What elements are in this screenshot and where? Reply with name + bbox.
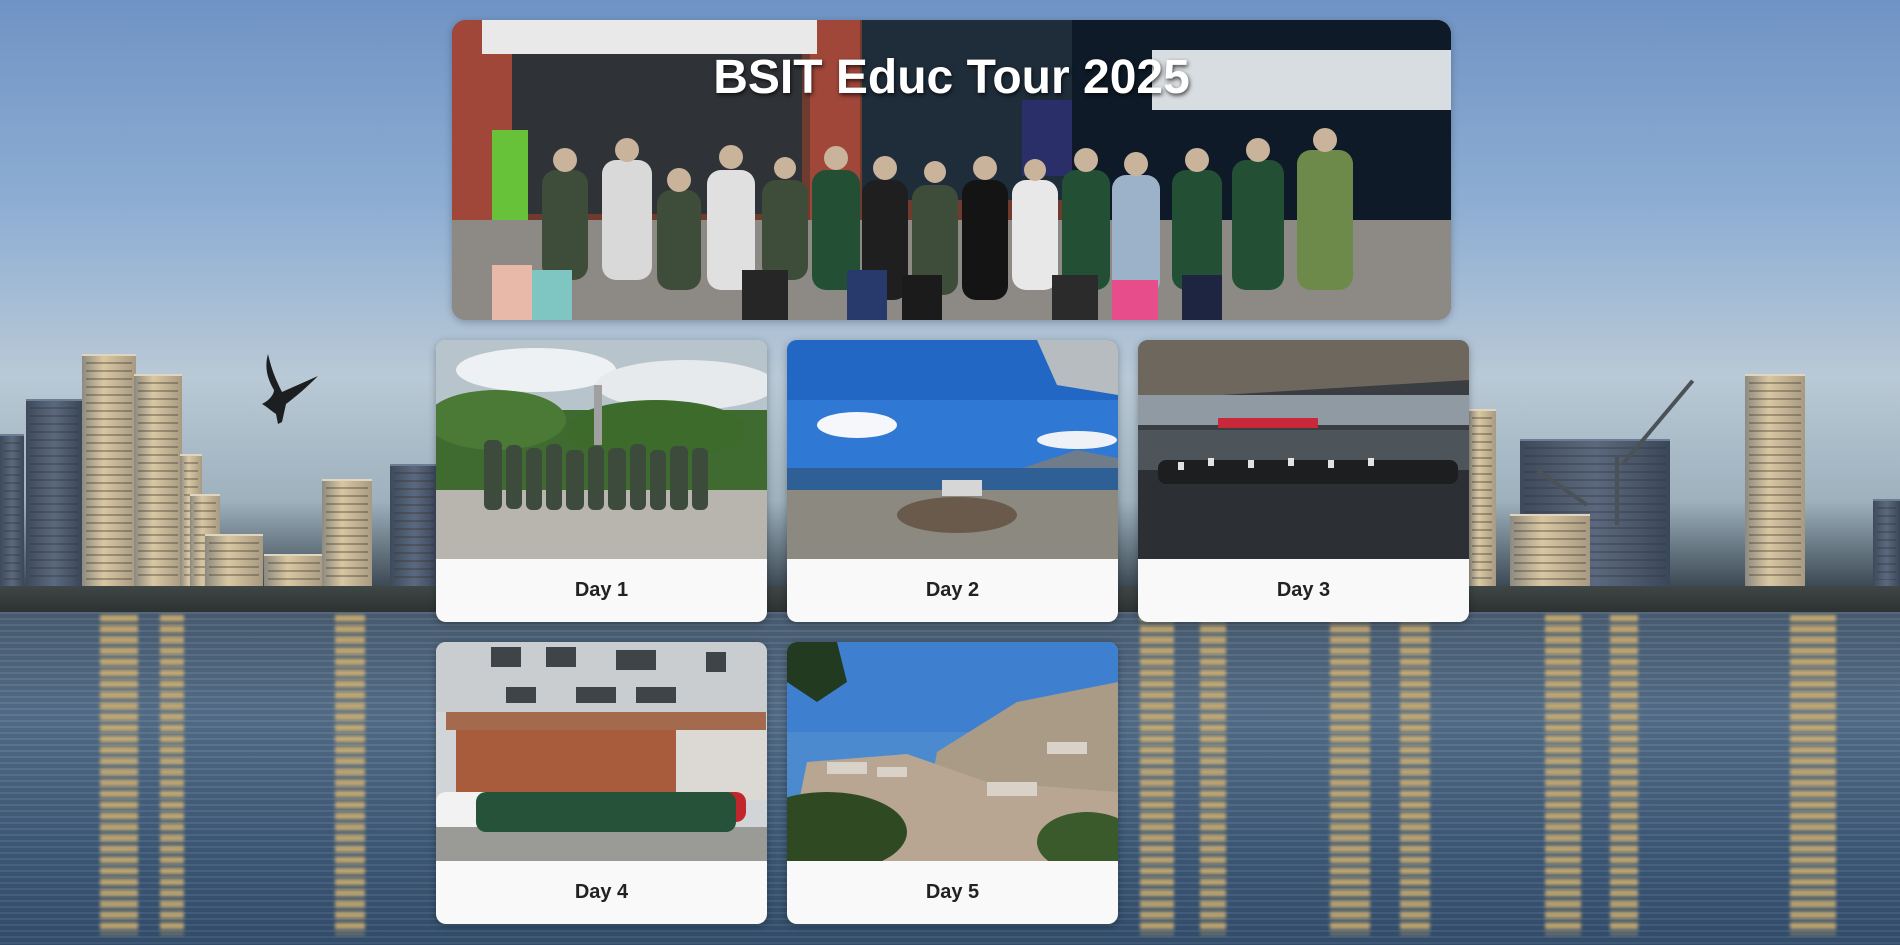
day-card-5[interactable]: Day 5 bbox=[787, 642, 1118, 924]
day-card-3[interactable]: Day 3 bbox=[1138, 340, 1469, 622]
day-5-label: Day 5 bbox=[925, 881, 980, 903]
day-5-photo bbox=[787, 642, 1118, 861]
day-1-photo bbox=[436, 340, 767, 559]
day-4-label: Day 4 bbox=[574, 881, 629, 903]
day-1-label: Day 1 bbox=[574, 579, 629, 601]
day-card-1[interactable]: Day 1 bbox=[436, 340, 767, 622]
page-title: BSIT Educ Tour 2025 bbox=[713, 51, 1190, 104]
day-4-photo bbox=[436, 642, 767, 861]
day-card-4[interactable]: Day 4 bbox=[436, 642, 767, 924]
day-2-photo bbox=[787, 340, 1118, 559]
day-2-label: Day 2 bbox=[925, 579, 980, 601]
bird-silhouette bbox=[262, 354, 318, 424]
day-card-2[interactable]: Day 2 bbox=[787, 340, 1118, 622]
hero-banner: BSIT Educ Tour 2025 bbox=[452, 20, 1451, 320]
day-3-photo bbox=[1138, 340, 1469, 559]
day-3-label: Day 3 bbox=[1276, 579, 1331, 601]
